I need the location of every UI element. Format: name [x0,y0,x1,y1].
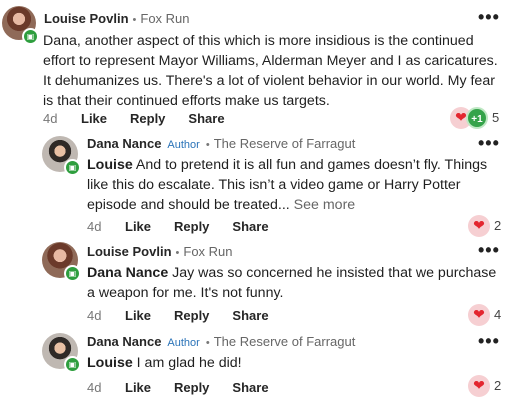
timestamp[interactable]: 4d [87,219,125,234]
avatar[interactable]: ▣ [42,333,81,373]
author-tag: Author [167,139,200,151]
more-options-icon[interactable]: ••• [478,8,500,26]
reaction-count: 2 [494,378,502,393]
comment-actions: 4d Like Reply Share [87,380,292,395]
avatar[interactable]: ▣ [42,136,81,176]
more-options-icon[interactable]: ••• [478,332,500,350]
heart-icon: ❤ [468,304,490,326]
neighbor-badge-icon: ▣ [64,265,81,282]
reaction-summary[interactable]: ❤ +1 5 [450,107,510,129]
neighbor-badge-icon: ▣ [22,28,39,45]
like-button[interactable]: Like [125,219,151,234]
reply-button[interactable]: Reply [174,308,209,323]
comment-header: Dana Nance Author • The Reserve of Farragut [87,136,355,151]
avatar[interactable]: ▣ [42,242,81,282]
avatar[interactable]: ▣ [2,6,39,45]
share-button[interactable]: Share [232,380,268,395]
separator: • [205,337,210,349]
neighborhood[interactable]: Fox Run [183,244,232,259]
comment-text: And to pretend it is all fun and games d… [87,157,488,213]
author-name[interactable]: Louise Povlin [44,11,129,26]
like-button[interactable]: Like [125,308,151,323]
heart-icon: ❤ [468,375,490,397]
mention-link[interactable]: Louise [87,355,133,371]
timestamp[interactable]: 4d [87,380,125,395]
like-button[interactable]: Like [125,380,151,395]
separator: • [175,247,180,259]
reply-button[interactable]: Reply [174,380,209,395]
reaction-summary[interactable]: ❤ 2 [468,215,508,237]
comment-header: Louise Povlin • Fox Run [44,11,190,26]
comment-actions: 4d Like Reply Share [43,111,248,126]
share-button[interactable]: Share [188,111,224,126]
reaction-count: 5 [492,110,500,125]
separator: • [205,139,210,151]
comment-text: Dana, another aspect of this which is mo… [43,33,498,109]
mention-link[interactable]: Louise [87,157,133,173]
timestamp[interactable]: 4d [87,308,125,323]
comment-thread: ▣ Louise Povlin • Fox Run ••• Dana, anothe… [0,0,523,407]
comment-text: I am glad he did! [132,355,242,371]
comment-body: Dana Nance Jay was so concerned he insis… [87,263,502,303]
heart-icon: ❤ [468,215,490,237]
reaction-count: 2 [494,218,502,233]
mention-link[interactable]: Dana Nance [87,265,168,281]
author-tag: Author [167,337,200,349]
comment-header: Dana Nance Author • The Reserve of Farragut [87,334,355,349]
reaction-summary[interactable]: ❤ 4 [468,304,508,326]
reaction-count: 4 [494,307,502,322]
reaction-summary[interactable]: ❤ 2 [468,375,508,397]
neighborhood[interactable]: The Reserve of Farragut [214,136,356,151]
separator: • [132,14,137,26]
share-button[interactable]: Share [232,308,268,323]
author-name[interactable]: Dana Nance [87,334,161,349]
plus-one-icon: +1 [466,107,488,129]
like-button[interactable]: Like [81,111,107,126]
comment-actions: 4d Like Reply Share [87,308,292,323]
comment-body: Louise I am glad he did! [87,353,502,373]
neighborhood[interactable]: Fox Run [140,11,189,26]
comment-body: Louise And to pretend it is all fun and … [87,155,502,215]
more-options-icon[interactable]: ••• [478,134,500,152]
share-button[interactable]: Share [232,219,268,234]
neighborhood[interactable]: The Reserve of Farragut [214,334,356,349]
neighbor-badge-icon: ▣ [64,356,81,373]
neighbor-badge-icon: ▣ [64,159,81,176]
reply-button[interactable]: Reply [130,111,165,126]
comment-body: Dana, another aspect of this which is mo… [43,31,501,111]
comment-header: Louise Povlin • Fox Run [87,244,233,259]
more-options-icon[interactable]: ••• [478,241,500,259]
comment-actions: 4d Like Reply Share [87,219,292,234]
reply-button[interactable]: Reply [174,219,209,234]
timestamp[interactable]: 4d [43,111,81,126]
author-name[interactable]: Dana Nance [87,136,161,151]
author-name[interactable]: Louise Povlin [87,244,172,259]
see-more-link[interactable]: See more [294,197,356,213]
